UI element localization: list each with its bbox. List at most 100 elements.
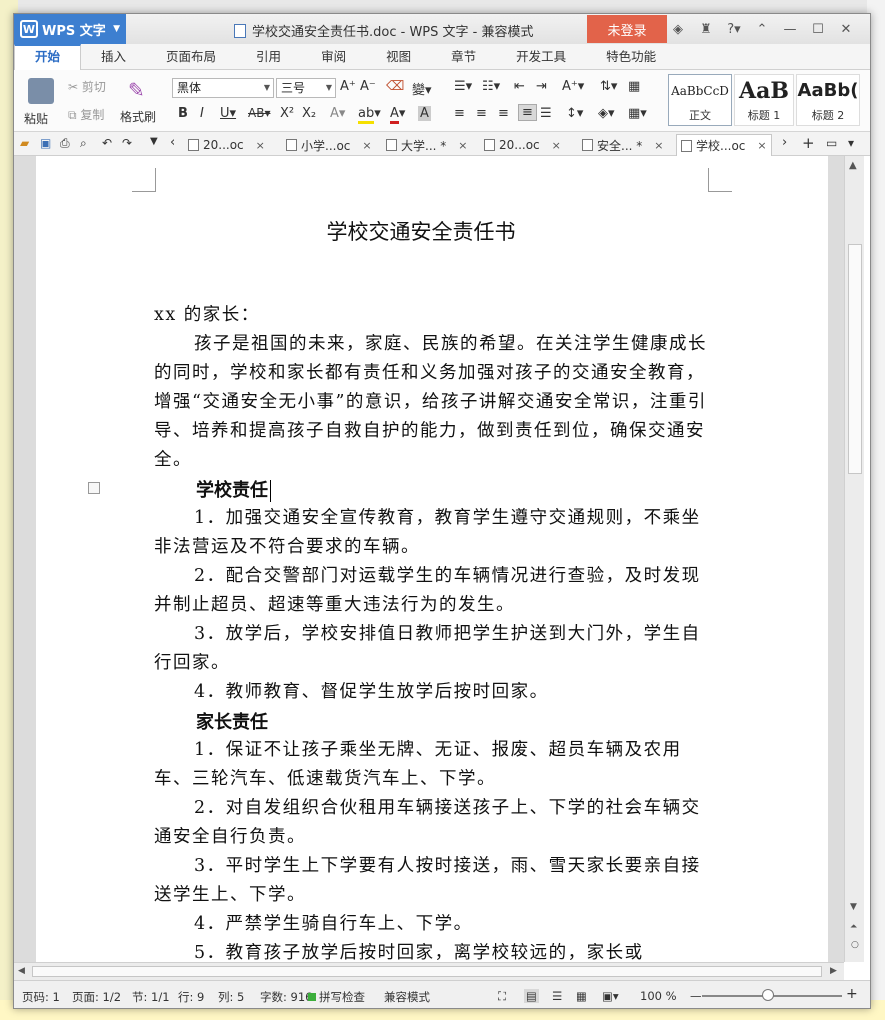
wps-menu-button[interactable]: W WPS 文字 ▼ bbox=[14, 14, 126, 44]
vertical-scroll-thumb[interactable] bbox=[848, 244, 862, 474]
font-name-select[interactable]: 黑体 ▼ bbox=[172, 78, 274, 98]
align-left-button[interactable]: ≡ bbox=[454, 106, 465, 121]
horizontal-scrollbar[interactable]: ◀ ▶ bbox=[14, 962, 844, 980]
skin-icon[interactable]: ◈ bbox=[669, 22, 687, 37]
clear-format-icon[interactable]: ⌫ bbox=[386, 79, 404, 94]
doc-tab[interactable]: 小学...oc × bbox=[286, 134, 372, 156]
superscript-button[interactable]: X² bbox=[280, 106, 294, 121]
cut-button[interactable]: ✂ 剪切 bbox=[68, 78, 106, 95]
text-effect-button[interactable]: A▾ bbox=[330, 106, 345, 121]
close-tab-icon[interactable]: × bbox=[654, 139, 663, 152]
align-center-button[interactable]: ≡ bbox=[476, 106, 487, 121]
shading-button[interactable]: ◈▾ bbox=[598, 106, 615, 121]
paragraph-layout-icon[interactable] bbox=[88, 482, 100, 494]
close-icon[interactable]: ✕ bbox=[837, 22, 855, 37]
print-preview-icon[interactable]: ⌕ bbox=[80, 136, 87, 151]
page-view-icon[interactable]: ▤ bbox=[524, 989, 539, 1003]
zoom-level[interactable]: 100 % bbox=[640, 989, 677, 1003]
strikethrough-button[interactable]: AB▾ bbox=[248, 106, 270, 120]
close-tab-icon[interactable]: × bbox=[256, 139, 265, 152]
scroll-down-icon[interactable]: ▼ bbox=[850, 902, 857, 912]
scroll-left-icon[interactable]: ◀ bbox=[18, 966, 25, 976]
tab-developer[interactable]: 开发工具 bbox=[496, 44, 586, 70]
numbering-button[interactable]: ☷▾ bbox=[482, 79, 500, 94]
zoom-in-icon[interactable]: + bbox=[846, 986, 858, 1002]
scroll-right-icon[interactable]: ▶ bbox=[830, 966, 837, 976]
scroll-up-icon[interactable]: ▲ bbox=[849, 160, 857, 171]
tab-references[interactable]: 引用 bbox=[236, 44, 301, 70]
tab-list-icon[interactable]: ▭ bbox=[826, 136, 837, 150]
tab-insert[interactable]: 插入 bbox=[81, 44, 146, 70]
redo-icon[interactable]: ↷ bbox=[122, 136, 132, 150]
save-icon[interactable]: ▣ bbox=[40, 136, 51, 150]
horizontal-scroll-thumb[interactable] bbox=[32, 966, 822, 977]
doc-tab[interactable]: 20...oc × bbox=[188, 134, 265, 156]
maximize-icon[interactable]: ☐ bbox=[809, 22, 827, 37]
outline-view-icon[interactable]: ☰ bbox=[552, 989, 562, 1003]
style-heading-2[interactable]: AaBb( 标题 2 bbox=[796, 74, 860, 126]
document-page[interactable]: 学校交通安全责任书 xx 的家长： 孩子是祖国的未来，家庭、民族的希望。在关注学… bbox=[36, 156, 828, 962]
zoom-slider-knob[interactable] bbox=[762, 989, 774, 1001]
highlight-button[interactable]: ab▾ bbox=[358, 106, 381, 124]
print-icon[interactable]: ⎙ bbox=[60, 136, 70, 151]
grow-font-button[interactable]: A⁺ bbox=[340, 79, 356, 94]
zoom-out-icon[interactable]: — bbox=[690, 989, 702, 1003]
font-color-button[interactable]: A▾ bbox=[390, 106, 405, 124]
doc-tab[interactable]: 大学... * × bbox=[386, 134, 467, 156]
help-icon[interactable]: ?▾ bbox=[725, 22, 743, 37]
undo-icon[interactable]: ↶ bbox=[102, 136, 112, 150]
shirt-icon[interactable]: ♜ bbox=[697, 22, 715, 37]
minimize-icon[interactable]: — bbox=[781, 22, 799, 37]
web-view-icon[interactable]: ▦ bbox=[576, 989, 587, 1003]
tab-view[interactable]: 视图 bbox=[366, 44, 431, 70]
bold-button[interactable]: B bbox=[178, 106, 188, 121]
style-normal[interactable]: AaBbCcD 正文 bbox=[668, 74, 732, 126]
bullets-button[interactable]: ☰▾ bbox=[454, 79, 472, 94]
close-tab-icon[interactable]: × bbox=[458, 139, 467, 152]
new-tab-icon[interactable]: + bbox=[802, 134, 815, 152]
font-size-select[interactable]: 三号 ▼ bbox=[276, 78, 336, 98]
close-tab-icon[interactable]: × bbox=[757, 139, 766, 152]
close-tab-icon[interactable]: × bbox=[552, 139, 561, 152]
tab-menu-icon[interactable]: ▾ bbox=[848, 136, 854, 150]
shrink-font-button[interactable]: A⁻ bbox=[360, 79, 376, 94]
table-button[interactable]: ▦ bbox=[628, 79, 640, 94]
italic-button[interactable]: I bbox=[200, 106, 204, 121]
login-button[interactable]: 未登录 bbox=[587, 15, 667, 43]
tabs-right-arrow-icon[interactable]: › bbox=[782, 135, 787, 150]
vertical-scrollbar[interactable]: ▲ ▼ ⏶ ○ bbox=[844, 156, 864, 962]
subscript-button[interactable]: X₂ bbox=[302, 106, 316, 121]
doc-tab-active[interactable]: 学校...oc × bbox=[676, 134, 772, 156]
collapse-ribbon-icon[interactable]: ⌃ bbox=[753, 22, 771, 37]
line-spacing-button[interactable]: ↕▾ bbox=[566, 106, 583, 121]
tab-page-layout[interactable]: 页面布局 bbox=[146, 44, 236, 70]
underline-button[interactable]: U▾ bbox=[220, 106, 236, 121]
format-painter-button[interactable]: ✎ 格式刷 bbox=[120, 78, 156, 125]
paste-button[interactable]: 粘贴 bbox=[24, 78, 54, 127]
browse-object-icon[interactable]: ○ bbox=[851, 940, 859, 950]
reading-mode-icon[interactable]: ▣▾ bbox=[602, 989, 619, 1003]
tab-review[interactable]: 审阅 bbox=[301, 44, 366, 70]
tabs-left-arrow-icon[interactable]: ‹ bbox=[170, 135, 175, 150]
text-direction-button[interactable]: A⁺▾ bbox=[562, 79, 584, 94]
open-folder-icon[interactable]: ▰ bbox=[20, 136, 29, 150]
tab-chapter[interactable]: 章节 bbox=[431, 44, 496, 70]
doc-tab[interactable]: 20...oc × bbox=[484, 134, 561, 156]
decrease-indent-button[interactable]: ⇤ bbox=[514, 79, 525, 94]
char-shading-button[interactable]: A bbox=[418, 106, 431, 121]
tab-special[interactable]: 特色功能 bbox=[586, 44, 676, 70]
phonetic-icon[interactable]: 變▾ bbox=[412, 79, 432, 98]
sort-button[interactable]: ⇅▾ bbox=[600, 79, 617, 94]
justify-button[interactable]: ≡ bbox=[518, 104, 537, 121]
previous-page-icon[interactable]: ⏶ bbox=[850, 922, 857, 932]
tab-home[interactable]: 开始 bbox=[14, 44, 82, 70]
align-right-button[interactable]: ≡ bbox=[498, 106, 509, 121]
style-heading-1[interactable]: AaB 标题 1 bbox=[734, 74, 794, 126]
quick-access-dropdown-icon[interactable]: ▼ bbox=[150, 136, 158, 147]
borders-button[interactable]: ▦▾ bbox=[628, 106, 647, 121]
spellcheck-toggle[interactable]: 拼写检查 bbox=[308, 989, 365, 1005]
full-screen-icon[interactable]: ⛶ bbox=[498, 989, 506, 1004]
distributed-button[interactable]: ☰ bbox=[540, 106, 552, 121]
close-tab-icon[interactable]: × bbox=[362, 139, 371, 152]
copy-button[interactable]: ⧉ 复制 bbox=[68, 106, 104, 123]
